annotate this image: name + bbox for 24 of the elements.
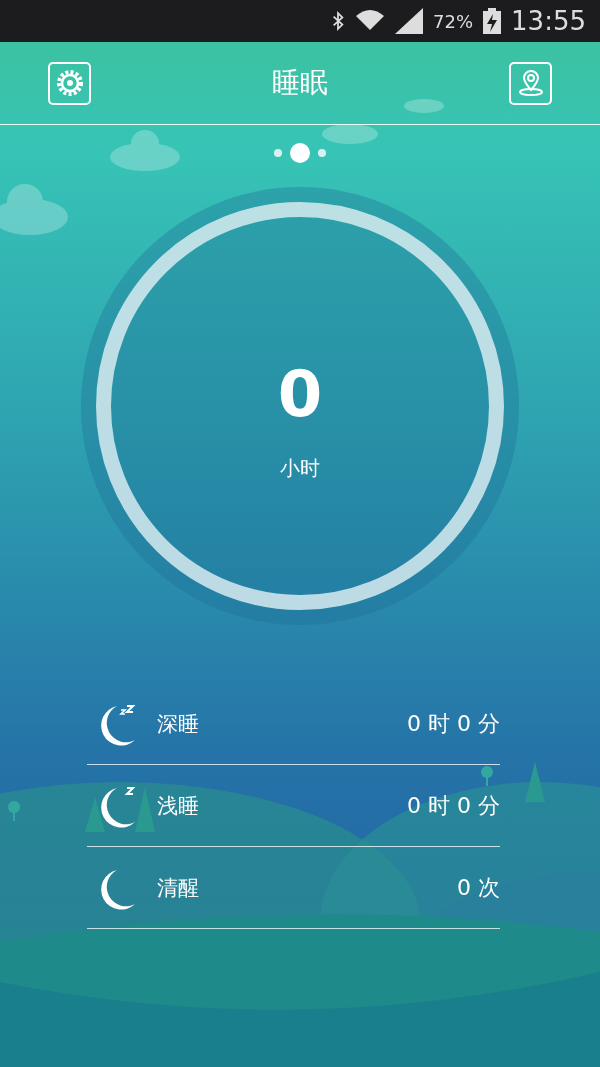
battery-percent: 72%: [433, 10, 474, 32]
settings-icon: [54, 68, 85, 98]
page-indicator-dot[interactable]: [290, 143, 310, 163]
settings-button[interactable]: [48, 61, 91, 105]
battery-charging-icon: [483, 8, 502, 34]
page-title: 睡眠: [272, 65, 328, 101]
page-indicator-dot[interactable]: [274, 149, 282, 157]
cloud-drawing: [404, 99, 444, 113]
sleep-hours: 0: [277, 357, 323, 431]
stat-value: 0 时 0 分: [407, 791, 500, 820]
cloud-drawing: [0, 184, 68, 235]
hours-unit: 小时: [280, 455, 320, 482]
stat-label: 清醒: [157, 874, 200, 902]
bluetooth-icon: [331, 10, 346, 32]
location-button[interactable]: [509, 61, 552, 105]
cloud-drawing: [110, 130, 180, 171]
cloud-drawing: [322, 124, 378, 144]
stat-value: 0 次: [457, 873, 500, 902]
stat-value: 0 时 0 分: [407, 709, 500, 738]
stat-label: 浅睡: [157, 792, 200, 820]
clock-time: 13:55: [511, 6, 586, 36]
stat-label: 深睡: [157, 710, 200, 738]
signal-icon: [395, 8, 424, 34]
page-indicator-dot[interactable]: [318, 149, 326, 157]
